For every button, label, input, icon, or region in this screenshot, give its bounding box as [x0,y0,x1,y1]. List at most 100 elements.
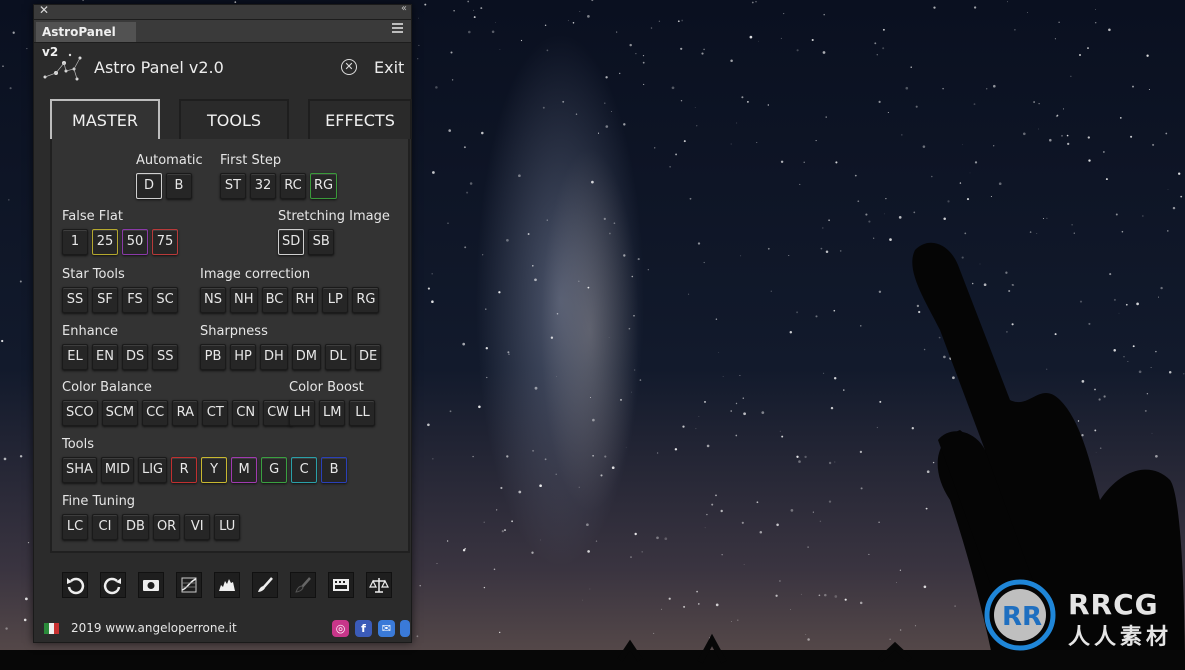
first-step-rg-button[interactable]: RG [310,173,338,199]
auto-d-button[interactable]: D [136,173,162,199]
tools-r-button[interactable]: R [171,457,198,483]
first-step-rc-button[interactable]: RC [280,173,306,199]
ft-ci-button[interactable]: CI [92,514,118,540]
tools-b-button[interactable]: B [321,457,348,483]
cb-sco-button[interactable]: SCO [62,400,98,426]
enhance-ss-button[interactable]: SS [152,344,179,370]
section-label-sharpness: Sharpness [200,324,268,339]
tab-tools[interactable]: TOOLS [179,99,289,139]
false-flat-buttons: 1 25 50 75 [62,229,178,255]
auto-b-button[interactable]: B [166,173,192,199]
ft-lc-button[interactable]: LC [62,514,88,540]
tools-mid-button[interactable]: MID [100,457,134,483]
ic-bc-button[interactable]: BC [261,287,288,313]
ft-vi-button[interactable]: VI [184,514,211,540]
star-sf-button[interactable]: SF [92,287,118,313]
tools-lig-button[interactable]: LIG [137,457,168,483]
stretch-sb-button[interactable]: SB [308,229,335,255]
enhance-en-button[interactable]: EN [92,344,118,370]
redo-icon[interactable] [100,572,126,598]
mail-icon[interactable]: ✉ [378,620,395,637]
panel-footer: 2019 www.angeloperrone.it ◎ f ✉ [34,616,411,642]
exit-circle-icon[interactable]: ✕ [341,59,357,75]
ic-rg-button[interactable]: RG [352,287,380,313]
ft-lu-button[interactable]: LU [214,514,241,540]
camera-icon[interactable] [138,572,164,598]
first-step-32-button[interactable]: 32 [250,173,276,199]
sharp-dh-button[interactable]: DH [260,344,288,370]
enhance-el-button[interactable]: EL [62,344,88,370]
ic-nh-button[interactable]: NH [230,287,258,313]
cb-ra-button[interactable]: RA [172,400,199,426]
section-label-color-balance: Color Balance [62,380,152,395]
false-flat-50-button[interactable]: 50 [122,229,148,255]
ic-rh-button[interactable]: RH [291,287,319,313]
section-label-automatic: Automatic [136,153,203,168]
tab-master[interactable]: MASTER [50,99,160,139]
star-ss-button[interactable]: SS [62,287,88,313]
brush-dark-icon[interactable] [290,572,316,598]
svg-text:RR: RR [1002,602,1042,632]
sharp-dl-button[interactable]: DL [325,344,352,370]
brush-icon[interactable] [252,572,278,598]
cb-cc-button[interactable]: CC [142,400,169,426]
cb-cn-button[interactable]: CN [232,400,260,426]
hamburger-menu-icon[interactable] [392,23,403,35]
boost-lh-button[interactable]: LH [289,400,315,426]
cb-scm-button[interactable]: SCM [101,400,139,426]
footer-website-link[interactable]: 2019 www.angeloperrone.it [71,621,237,635]
fine-tuning-buttons: LC CI DB OR VI LU [62,514,241,540]
section-label-false-flat: False Flat [62,209,123,224]
boost-ll-button[interactable]: LL [349,400,376,426]
instagram-icon[interactable]: ◎ [332,620,349,637]
tools-c-button[interactable]: C [291,457,318,483]
section-label-enhance: Enhance [62,324,119,339]
collapse-icon[interactable]: ‹‹ [401,3,407,14]
curves-icon[interactable] [176,572,202,598]
section-label-color-boost: Color Boost [289,380,364,395]
section-label-first-step: First Step [220,153,282,168]
cb-ct-button[interactable]: CT [202,400,229,426]
scales-icon[interactable] [366,572,392,598]
ft-db-button[interactable]: DB [122,514,149,540]
undo-icon[interactable] [62,572,88,598]
rrcg-logo-icon: RR [984,579,1056,651]
sharp-pb-button[interactable]: PB [200,344,226,370]
first-step-st-button[interactable]: ST [220,173,246,199]
tools-g-button[interactable]: G [261,457,288,483]
false-flat-1-button[interactable]: 1 [62,229,88,255]
ic-ns-button[interactable]: NS [200,287,226,313]
false-flat-75-button[interactable]: 75 [152,229,178,255]
tools-y-button[interactable]: Y [201,457,228,483]
sharp-de-button[interactable]: DE [355,344,382,370]
more-icon[interactable] [400,620,410,637]
filmstrip-icon[interactable] [328,572,354,598]
sharp-hp-button[interactable]: HP [230,344,256,370]
tab-effects[interactable]: EFFECTS [308,99,412,139]
section-label-star-tools: Star Tools [62,267,125,282]
panel-title: Astro Panel v2.0 [94,58,224,77]
automatic-buttons: D B [136,173,192,199]
sharp-dm-button[interactable]: DM [291,344,322,370]
exit-button[interactable]: Exit [374,58,404,77]
panel-window-tab[interactable]: AstroPanel v2 [36,22,136,59]
boost-lm-button[interactable]: LM [319,400,346,426]
watermark-line2: 人人素材 [1068,625,1173,650]
false-flat-25-button[interactable]: 25 [92,229,118,255]
tools-m-button[interactable]: M [231,457,258,483]
star-fs-button[interactable]: FS [122,287,148,313]
section-label-tools: Tools [62,437,95,452]
stretch-sd-button[interactable]: SD [278,229,305,255]
histogram-icon[interactable] [214,572,240,598]
tools-sha-button[interactable]: SHA [62,457,97,483]
enhance-ds-button[interactable]: DS [122,344,149,370]
ft-or-button[interactable]: OR [152,514,181,540]
star-sc-button[interactable]: SC [152,287,178,313]
ic-lp-button[interactable]: LP [322,287,349,313]
constellation-logo-icon [43,53,82,81]
facebook-icon[interactable]: f [355,620,372,637]
tools-buttons: SHA MID LIG R Y M G C B [62,457,348,483]
close-icon[interactable]: ✕ [39,3,49,17]
italy-flag-icon [44,623,59,634]
section-label-stretching: Stretching Image [278,209,390,224]
